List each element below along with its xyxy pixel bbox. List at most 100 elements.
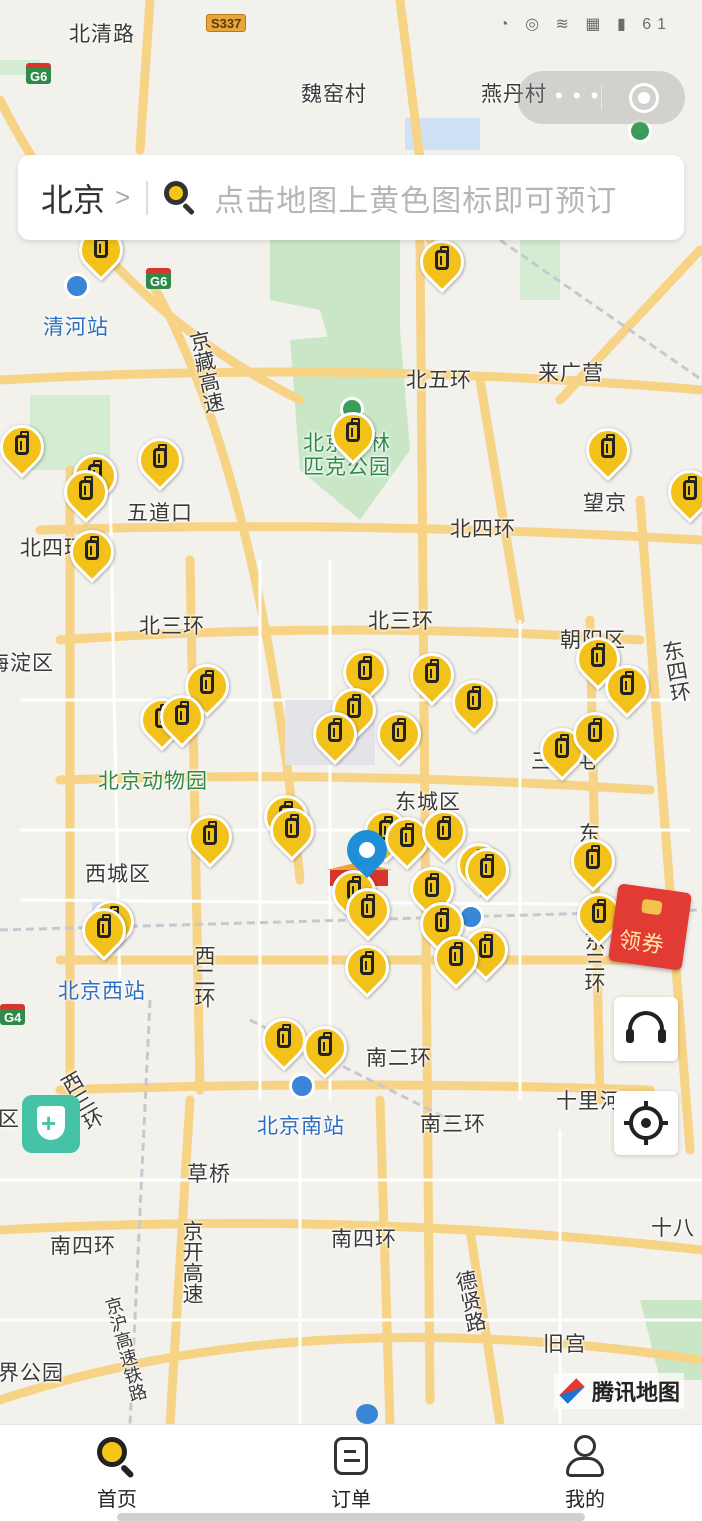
- road-shield-s337: S337: [206, 14, 247, 32]
- label-north-4th-ring: 北四环: [450, 518, 516, 541]
- search-icon: [164, 180, 198, 215]
- close-target-icon[interactable]: [629, 83, 659, 113]
- luggage-icon: [79, 476, 93, 500]
- coupon-label: 领券: [617, 926, 667, 959]
- locker-pin[interactable]: [424, 926, 488, 996]
- tab-orders[interactable]: 订单: [301, 1435, 401, 1512]
- luggage-icon: [601, 434, 615, 458]
- luggage-icon: [358, 656, 372, 680]
- compass-icon: [558, 1377, 586, 1405]
- locker-pin[interactable]: [576, 418, 640, 488]
- plus-icon: +: [41, 1108, 57, 1138]
- coupon-seal-icon: [640, 898, 663, 916]
- luggage-icon: [15, 431, 29, 455]
- label-beijing-west-station: 北京西站: [58, 980, 146, 1003]
- road-shield-g6: G6: [146, 268, 172, 289]
- city-selector[interactable]: 北京: [41, 175, 105, 221]
- locker-pin[interactable]: [178, 805, 242, 875]
- locker-pin[interactable]: [561, 829, 625, 899]
- chevron-right-icon: >: [115, 182, 131, 212]
- search-bar[interactable]: 北京 > 点击地图上黄色图标即可预订: [18, 155, 684, 240]
- label-beiqinglu: 北清路: [69, 23, 135, 46]
- label-caoqiao: 草桥: [187, 1163, 231, 1186]
- more-dots-icon[interactable]: • • •: [555, 85, 600, 107]
- luggage-icon: [555, 734, 569, 758]
- luggage-icon: [361, 894, 375, 918]
- mini-program-capsule: • • •: [517, 71, 685, 124]
- locker-pin[interactable]: [442, 670, 506, 740]
- luggage-icon: [97, 914, 111, 938]
- luggage-icon: [285, 814, 299, 838]
- luggage-icon: [425, 873, 439, 897]
- luggage-icon: [435, 246, 449, 270]
- locker-pin[interactable]: [400, 643, 464, 713]
- tab-home-label: 首页: [97, 1489, 137, 1511]
- order-icon: [329, 1435, 373, 1479]
- label-north-3rd-ring: 北三环: [368, 610, 434, 633]
- luggage-icon: [360, 951, 374, 975]
- locker-pin[interactable]: [72, 898, 136, 968]
- locker-pin[interactable]: [260, 798, 324, 868]
- locker-pin[interactable]: [60, 520, 124, 590]
- luggage-icon: [683, 476, 697, 500]
- label-wudaokou: 五道口: [127, 502, 193, 525]
- capsule-divider: [601, 85, 602, 110]
- tab-home[interactable]: 首页: [67, 1435, 167, 1512]
- coupon-button[interactable]: 领券: [607, 883, 693, 971]
- locker-pin[interactable]: [336, 878, 400, 948]
- map-brand: 腾讯地图: [554, 1373, 685, 1409]
- label-north-5th-ring: 北五环: [406, 369, 472, 392]
- label-xicheng-district: 西城区: [85, 863, 151, 886]
- locker-pin[interactable]: [293, 1016, 357, 1086]
- luggage-icon: [328, 718, 342, 742]
- luggage-icon: [480, 854, 494, 878]
- luggage-icon: [467, 686, 481, 710]
- label-south-4th-ring-west: 南四环: [50, 1235, 116, 1258]
- luggage-icon: [449, 942, 463, 966]
- locker-pin[interactable]: [0, 415, 54, 485]
- luggage-icon: [175, 701, 189, 725]
- locker-pin[interactable]: [321, 402, 385, 472]
- luggage-icon: [437, 816, 451, 840]
- label-qu: 区: [0, 1108, 20, 1131]
- locker-pin[interactable]: [410, 230, 474, 300]
- label-south-3rd-ring: 南三环: [420, 1113, 486, 1136]
- tab-bar: 首页 订单 我的: [0, 1424, 702, 1521]
- locker-pin[interactable]: [455, 838, 519, 908]
- locker-pin[interactable]: [54, 460, 118, 530]
- locker-pin[interactable]: [303, 702, 367, 772]
- label-west-2nd-ring: 西二环: [192, 945, 215, 1008]
- label-shilihe: 十里河: [556, 1090, 622, 1113]
- locker-pin[interactable]: [367, 702, 431, 772]
- road-shield-g6: G6: [26, 63, 52, 84]
- label-south-4th-ring: 南四环: [331, 1228, 397, 1251]
- tab-mine-label: 我的: [565, 1489, 605, 1511]
- label-laiguangying: 来广营: [538, 362, 604, 385]
- locker-pin[interactable]: [335, 935, 399, 1005]
- locker-pin[interactable]: [658, 460, 702, 530]
- luggage-icon: [425, 659, 439, 683]
- map-view[interactable]: ◔ ◎ ≋ ▦ ▮ 61 S337 G6 G6 G4 北清路 魏窑村 燕丹村 清…: [0, 0, 702, 1424]
- locate-me-button[interactable]: [614, 1091, 678, 1155]
- luggage-icon: [318, 1032, 332, 1056]
- customer-service-button[interactable]: [614, 997, 678, 1061]
- safety-shield-button[interactable]: +: [22, 1095, 80, 1153]
- locker-pin[interactable]: [252, 1008, 316, 1078]
- luggage-icon: [200, 670, 214, 694]
- label-jingkai-expressway: 京开高速: [180, 1220, 203, 1304]
- label-beijing-south-station: 北京南站: [257, 1115, 345, 1138]
- search-placeholder[interactable]: 点击地图上黄色图标即可预订: [214, 176, 617, 220]
- current-location-pin: [338, 821, 396, 886]
- locker-pin[interactable]: [563, 702, 627, 772]
- label-shijie-park: 界公园: [0, 1362, 64, 1385]
- label-haidian-district: 海淀区: [0, 652, 54, 675]
- luggage-icon: [392, 718, 406, 742]
- locker-pin[interactable]: [150, 685, 214, 755]
- luggage-icon: [85, 536, 99, 560]
- label-beijing-zoo: 北京动物园: [98, 770, 208, 793]
- label-shiba: 十八: [651, 1217, 695, 1240]
- status-icons: ◔ ◎ ≋ ▦ ▮ 61: [499, 16, 672, 33]
- crosshair-icon: [629, 1106, 663, 1140]
- locker-pin[interactable]: [128, 428, 192, 498]
- tab-mine[interactable]: 我的: [535, 1435, 635, 1512]
